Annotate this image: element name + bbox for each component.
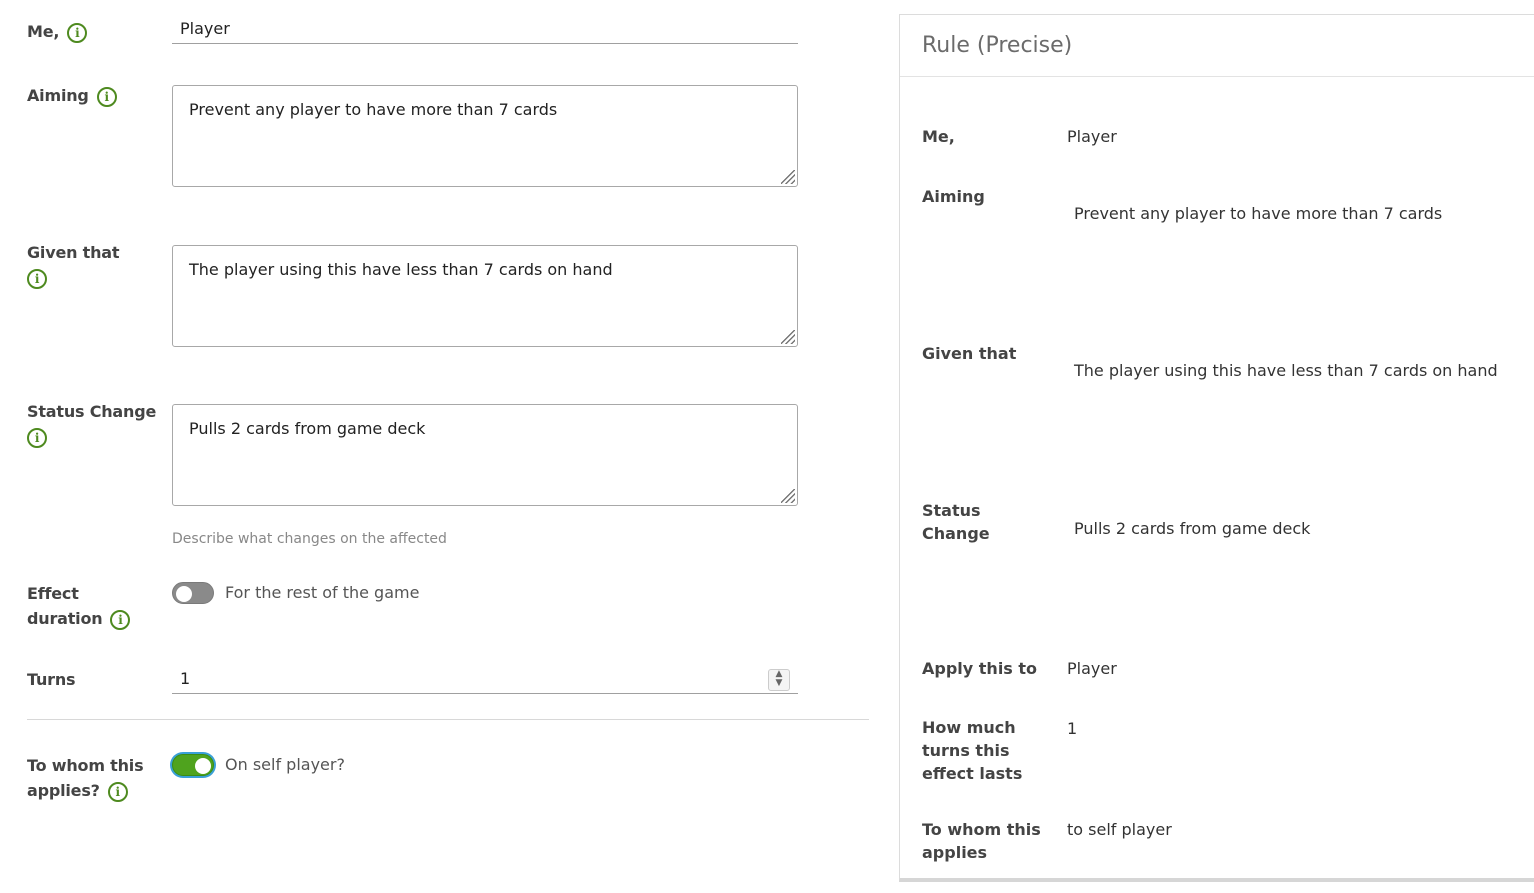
rule-value-aiming: Prevent any player to have more than 7 c…: [1074, 204, 1443, 223]
given-that-label: Given that i: [27, 240, 120, 290]
rule-value-apply-to: Player: [1067, 659, 1117, 678]
info-icon[interactable]: i: [67, 22, 88, 43]
status-change-textarea[interactable]: Pulls 2 cards from game deck: [172, 404, 798, 506]
status-change-helper: Describe what changes on the affected: [172, 531, 447, 547]
rule-key-to-whom: To whom this applies: [922, 820, 1041, 862]
effect-duration-label: Effect duration i: [27, 581, 131, 631]
rule-value-turns: 1: [1067, 719, 1078, 738]
status-change-label: Status Change i: [27, 399, 156, 449]
aiming-label: Aiming i: [27, 83, 117, 108]
given-that-text: The player using this have less than 7 c…: [189, 260, 613, 279]
toggle-knob: [176, 586, 192, 602]
turns-label: Turns: [27, 670, 76, 689]
effect-duration-toggle[interactable]: [172, 582, 214, 604]
status-change-text: Pulls 2 cards from game deck: [189, 419, 426, 438]
given-that-textarea[interactable]: The player using this have less than 7 c…: [172, 245, 798, 347]
resize-handle-icon[interactable]: [781, 489, 795, 503]
self-player-toggle-label: On self player?: [225, 755, 345, 774]
me-input[interactable]: [172, 14, 798, 44]
rule-key-given-that: Given that: [922, 344, 1017, 363]
toggle-knob: [195, 758, 211, 774]
panel-header: Rule (Precise): [900, 15, 1534, 77]
to-whom-label: To whom this applies? i: [27, 756, 144, 802]
rule-key-aiming: Aiming: [922, 187, 985, 206]
rule-key-me: Me,: [922, 127, 955, 146]
me-label: Me, i: [27, 19, 88, 44]
rule-value-to-whom: to self player: [1067, 820, 1172, 839]
info-icon[interactable]: i: [27, 268, 47, 289]
rule-key-apply-to: Apply this to: [922, 659, 1038, 678]
resize-handle-icon[interactable]: [781, 330, 795, 344]
number-stepper[interactable]: ▲ ▼: [768, 669, 790, 691]
rule-value-given-that: The player using this have less than 7 c…: [1074, 361, 1498, 380]
divider: [27, 719, 869, 720]
effect-duration-toggle-label: For the rest of the game: [225, 583, 420, 602]
aiming-text: Prevent any player to have more than 7 c…: [189, 100, 558, 119]
info-icon[interactable]: i: [27, 427, 47, 448]
resize-handle-icon[interactable]: [781, 170, 795, 184]
turns-input[interactable]: [172, 664, 798, 694]
rule-key-status-change: Status Change: [922, 501, 990, 543]
rule-value-me: Player: [1067, 127, 1117, 146]
info-icon[interactable]: i: [107, 781, 128, 802]
info-icon[interactable]: i: [96, 86, 117, 107]
aiming-textarea[interactable]: Prevent any player to have more than 7 c…: [172, 85, 798, 187]
panel-title: Rule (Precise): [922, 33, 1073, 58]
self-player-toggle[interactable]: [172, 754, 214, 776]
info-icon[interactable]: i: [110, 609, 131, 630]
rule-value-status-change: Pulls 2 cards from game deck: [1074, 519, 1311, 538]
rule-key-turns: How much turns this effect lasts: [922, 718, 1023, 783]
chevron-down-icon[interactable]: ▼: [776, 678, 783, 688]
